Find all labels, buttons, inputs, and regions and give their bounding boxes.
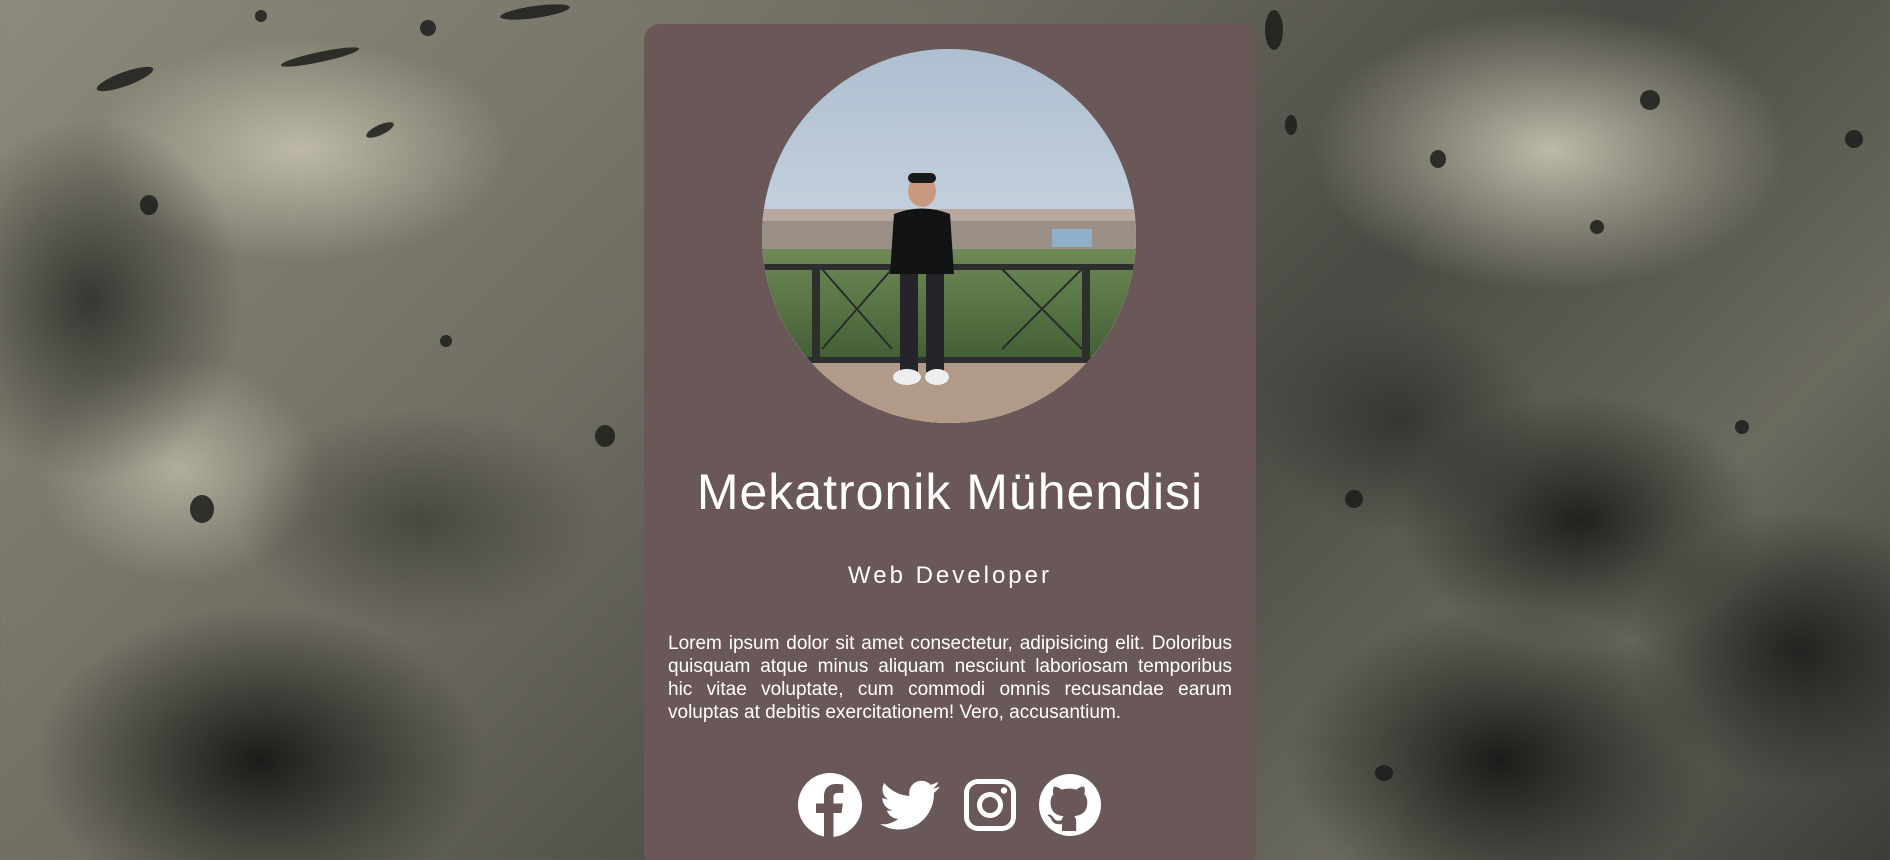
profile-photo — [762, 49, 1136, 423]
profile-subtitle: Web Developer — [848, 562, 1052, 589]
twitter-link[interactable] — [877, 772, 943, 838]
facebook-icon — [798, 773, 862, 837]
github-icon — [1039, 774, 1101, 836]
profile-title: Mekatronik Mühendisi — [696, 464, 1204, 520]
instagram-icon — [964, 779, 1016, 831]
instagram-link[interactable] — [957, 772, 1023, 838]
github-link[interactable] — [1037, 772, 1103, 838]
social-links — [644, 772, 1256, 842]
twitter-icon — [880, 780, 940, 830]
facebook-link[interactable] — [797, 772, 863, 838]
profile-card: Mekatronik Mühendisi Web Developer Lorem… — [644, 24, 1256, 860]
profile-bio: Lorem ipsum dolor sit amet consectetur, … — [668, 633, 1232, 723]
